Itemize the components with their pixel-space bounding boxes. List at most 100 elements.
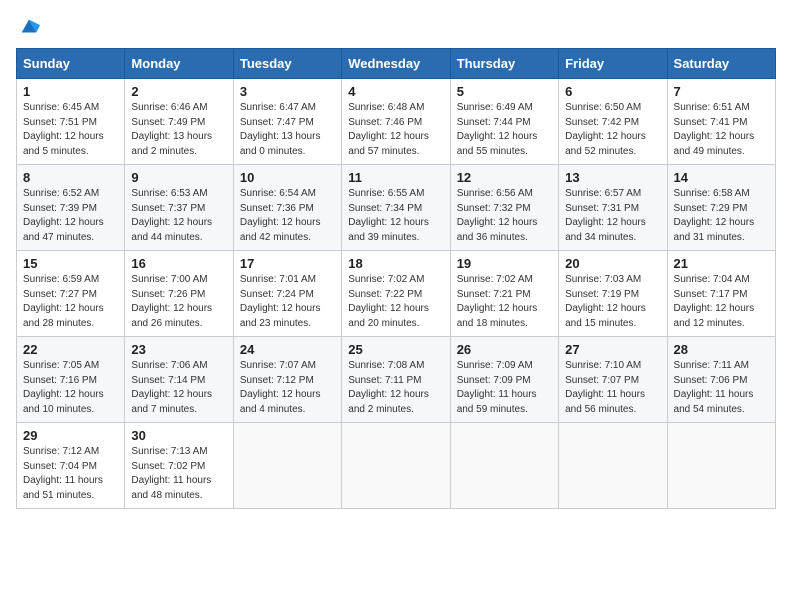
calendar-cell — [233, 423, 341, 509]
calendar-cell: 14 Sunrise: 6:58 AM Sunset: 7:29 PM Dayl… — [667, 165, 775, 251]
day-number: 2 — [131, 84, 226, 99]
calendar-cell — [559, 423, 667, 509]
calendar-cell: 11 Sunrise: 6:55 AM Sunset: 7:34 PM Dayl… — [342, 165, 450, 251]
logo-icon — [18, 16, 40, 38]
day-info: Sunrise: 6:45 AM Sunset: 7:51 PM Dayligh… — [23, 101, 118, 159]
day-number: 13 — [565, 170, 660, 185]
day-info: Sunrise: 7:07 AM Sunset: 7:12 PM Dayligh… — [240, 359, 335, 417]
calendar-cell: 21 Sunrise: 7:04 AM Sunset: 7:17 PM Dayl… — [667, 251, 775, 337]
day-number: 22 — [23, 342, 118, 357]
calendar-week-row: 29 Sunrise: 7:12 AM Sunset: 7:04 PM Dayl… — [17, 423, 776, 509]
calendar-week-row: 15 Sunrise: 6:59 AM Sunset: 7:27 PM Dayl… — [17, 251, 776, 337]
day-info: Sunrise: 6:48 AM Sunset: 7:46 PM Dayligh… — [348, 101, 443, 159]
day-info: Sunrise: 7:01 AM Sunset: 7:24 PM Dayligh… — [240, 273, 335, 331]
weekday-header-monday: Monday — [125, 49, 233, 79]
day-number: 1 — [23, 84, 118, 99]
day-info: Sunrise: 6:50 AM Sunset: 7:42 PM Dayligh… — [565, 101, 660, 159]
day-number: 15 — [23, 256, 118, 271]
calendar-cell: 19 Sunrise: 7:02 AM Sunset: 7:21 PM Dayl… — [450, 251, 558, 337]
calendar-cell: 17 Sunrise: 7:01 AM Sunset: 7:24 PM Dayl… — [233, 251, 341, 337]
day-number: 3 — [240, 84, 335, 99]
day-info: Sunrise: 6:58 AM Sunset: 7:29 PM Dayligh… — [674, 187, 769, 245]
day-number: 8 — [23, 170, 118, 185]
calendar-cell: 16 Sunrise: 7:00 AM Sunset: 7:26 PM Dayl… — [125, 251, 233, 337]
day-info: Sunrise: 6:53 AM Sunset: 7:37 PM Dayligh… — [131, 187, 226, 245]
day-info: Sunrise: 7:04 AM Sunset: 7:17 PM Dayligh… — [674, 273, 769, 331]
day-number: 16 — [131, 256, 226, 271]
weekday-header-saturday: Saturday — [667, 49, 775, 79]
calendar-cell: 15 Sunrise: 6:59 AM Sunset: 7:27 PM Dayl… — [17, 251, 125, 337]
day-info: Sunrise: 6:57 AM Sunset: 7:31 PM Dayligh… — [565, 187, 660, 245]
calendar-cell: 30 Sunrise: 7:13 AM Sunset: 7:02 PM Dayl… — [125, 423, 233, 509]
day-number: 19 — [457, 256, 552, 271]
weekday-header-wednesday: Wednesday — [342, 49, 450, 79]
day-number: 10 — [240, 170, 335, 185]
day-number: 29 — [23, 428, 118, 443]
weekday-header-thursday: Thursday — [450, 49, 558, 79]
calendar-cell: 13 Sunrise: 6:57 AM Sunset: 7:31 PM Dayl… — [559, 165, 667, 251]
day-info: Sunrise: 6:52 AM Sunset: 7:39 PM Dayligh… — [23, 187, 118, 245]
day-number: 17 — [240, 256, 335, 271]
day-number: 12 — [457, 170, 552, 185]
day-info: Sunrise: 7:12 AM Sunset: 7:04 PM Dayligh… — [23, 445, 118, 503]
calendar-cell: 10 Sunrise: 6:54 AM Sunset: 7:36 PM Dayl… — [233, 165, 341, 251]
day-number: 7 — [674, 84, 769, 99]
day-info: Sunrise: 7:13 AM Sunset: 7:02 PM Dayligh… — [131, 445, 226, 503]
calendar-cell: 4 Sunrise: 6:48 AM Sunset: 7:46 PM Dayli… — [342, 79, 450, 165]
day-number: 14 — [674, 170, 769, 185]
day-info: Sunrise: 6:49 AM Sunset: 7:44 PM Dayligh… — [457, 101, 552, 159]
weekday-header-sunday: Sunday — [17, 49, 125, 79]
calendar-cell: 29 Sunrise: 7:12 AM Sunset: 7:04 PM Dayl… — [17, 423, 125, 509]
day-number: 30 — [131, 428, 226, 443]
day-info: Sunrise: 7:11 AM Sunset: 7:06 PM Dayligh… — [674, 359, 769, 417]
calendar-cell: 22 Sunrise: 7:05 AM Sunset: 7:16 PM Dayl… — [17, 337, 125, 423]
calendar-cell: 6 Sunrise: 6:50 AM Sunset: 7:42 PM Dayli… — [559, 79, 667, 165]
day-info: Sunrise: 6:46 AM Sunset: 7:49 PM Dayligh… — [131, 101, 226, 159]
calendar-cell: 5 Sunrise: 6:49 AM Sunset: 7:44 PM Dayli… — [450, 79, 558, 165]
day-info: Sunrise: 7:00 AM Sunset: 7:26 PM Dayligh… — [131, 273, 226, 331]
day-number: 21 — [674, 256, 769, 271]
calendar-cell: 1 Sunrise: 6:45 AM Sunset: 7:51 PM Dayli… — [17, 79, 125, 165]
day-info: Sunrise: 7:10 AM Sunset: 7:07 PM Dayligh… — [565, 359, 660, 417]
calendar-week-row: 8 Sunrise: 6:52 AM Sunset: 7:39 PM Dayli… — [17, 165, 776, 251]
day-info: Sunrise: 7:08 AM Sunset: 7:11 PM Dayligh… — [348, 359, 443, 417]
calendar-cell: 3 Sunrise: 6:47 AM Sunset: 7:47 PM Dayli… — [233, 79, 341, 165]
day-info: Sunrise: 6:51 AM Sunset: 7:41 PM Dayligh… — [674, 101, 769, 159]
calendar-cell — [342, 423, 450, 509]
day-number: 4 — [348, 84, 443, 99]
calendar-cell: 12 Sunrise: 6:56 AM Sunset: 7:32 PM Dayl… — [450, 165, 558, 251]
calendar-cell: 23 Sunrise: 7:06 AM Sunset: 7:14 PM Dayl… — [125, 337, 233, 423]
day-number: 5 — [457, 84, 552, 99]
calendar-cell: 7 Sunrise: 6:51 AM Sunset: 7:41 PM Dayli… — [667, 79, 775, 165]
day-number: 11 — [348, 170, 443, 185]
calendar-cell: 20 Sunrise: 7:03 AM Sunset: 7:19 PM Dayl… — [559, 251, 667, 337]
day-info: Sunrise: 6:56 AM Sunset: 7:32 PM Dayligh… — [457, 187, 552, 245]
day-number: 18 — [348, 256, 443, 271]
day-number: 27 — [565, 342, 660, 357]
day-number: 6 — [565, 84, 660, 99]
day-info: Sunrise: 6:54 AM Sunset: 7:36 PM Dayligh… — [240, 187, 335, 245]
day-info: Sunrise: 7:09 AM Sunset: 7:09 PM Dayligh… — [457, 359, 552, 417]
day-header-row: SundayMondayTuesdayWednesdayThursdayFrid… — [17, 49, 776, 79]
day-number: 20 — [565, 256, 660, 271]
page-header — [16, 16, 776, 38]
calendar-week-row: 1 Sunrise: 6:45 AM Sunset: 7:51 PM Dayli… — [17, 79, 776, 165]
day-info: Sunrise: 7:02 AM Sunset: 7:21 PM Dayligh… — [457, 273, 552, 331]
calendar-cell: 27 Sunrise: 7:10 AM Sunset: 7:07 PM Dayl… — [559, 337, 667, 423]
day-info: Sunrise: 6:59 AM Sunset: 7:27 PM Dayligh… — [23, 273, 118, 331]
calendar-cell: 26 Sunrise: 7:09 AM Sunset: 7:09 PM Dayl… — [450, 337, 558, 423]
weekday-header-friday: Friday — [559, 49, 667, 79]
calendar-week-row: 22 Sunrise: 7:05 AM Sunset: 7:16 PM Dayl… — [17, 337, 776, 423]
weekday-header-tuesday: Tuesday — [233, 49, 341, 79]
day-info: Sunrise: 7:05 AM Sunset: 7:16 PM Dayligh… — [23, 359, 118, 417]
day-info: Sunrise: 7:02 AM Sunset: 7:22 PM Dayligh… — [348, 273, 443, 331]
calendar-cell: 28 Sunrise: 7:11 AM Sunset: 7:06 PM Dayl… — [667, 337, 775, 423]
calendar-cell: 24 Sunrise: 7:07 AM Sunset: 7:12 PM Dayl… — [233, 337, 341, 423]
calendar-cell: 18 Sunrise: 7:02 AM Sunset: 7:22 PM Dayl… — [342, 251, 450, 337]
day-number: 26 — [457, 342, 552, 357]
day-number: 28 — [674, 342, 769, 357]
day-number: 25 — [348, 342, 443, 357]
calendar-cell: 9 Sunrise: 6:53 AM Sunset: 7:37 PM Dayli… — [125, 165, 233, 251]
calendar-cell: 25 Sunrise: 7:08 AM Sunset: 7:11 PM Dayl… — [342, 337, 450, 423]
day-number: 9 — [131, 170, 226, 185]
